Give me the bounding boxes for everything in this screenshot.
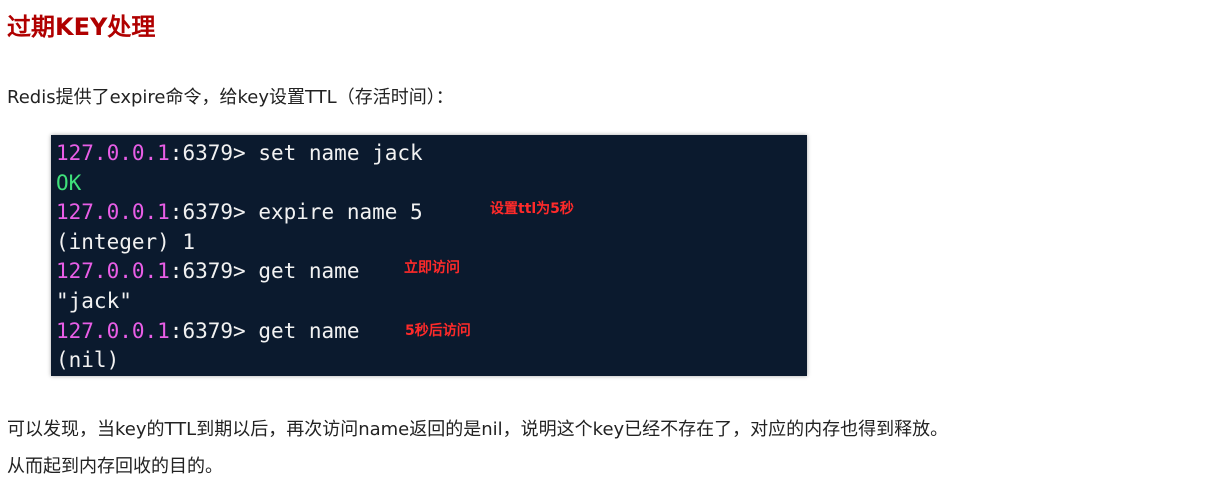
terminal-output-line: OK [56,170,82,195]
prompt-host: 127.0.0.1 [56,259,170,284]
prompt-port: :6379> [169,259,259,284]
annotation-note: 立即访问 [404,260,460,277]
conclusion-paragraph-continued: 从而起到内存回收的目的。 [7,456,223,477]
command-text: set name jack [258,141,423,165]
terminal-command-line: 127.0.0.1:6379> expire name 5 设置ttl为5秒 [56,198,807,228]
command-text: get name [258,318,360,343]
prompt-host: 127.0.0.1 [56,141,170,165]
terminal-command-line: 127.0.0.1:6379> get name 5秒后访问 [56,317,807,347]
prompt-port: :6379> [169,318,259,343]
prompt-host: 127.0.0.1 [56,200,170,225]
conclusion-paragraph: 可以发现，当key的TTL到期以后，再次访问name返回的是nil，说明这个ke… [7,419,949,440]
intro-paragraph: Redis提供了expire命令，给key设置TTL（存活时间）： [7,87,454,108]
terminal-command-line: 127.0.0.1:6379> get name 立即访问 [56,257,807,287]
prompt-port: :6379> [169,141,259,165]
annotation-note: 5秒后访问 [405,322,471,339]
terminal-output-line: (nil) [56,348,120,373]
terminal-output-line: (integer) 1 [56,229,196,254]
terminal-command-line: 127.0.0.1:6379> set name jack [56,139,807,169]
prompt-host: 127.0.0.1 [56,318,170,343]
annotation-note: 设置ttl为5秒 [490,201,574,218]
section-heading: 过期KEY处理 [7,13,156,41]
terminal-output-line: "jack" [56,288,132,313]
command-text: get name [258,259,360,284]
command-text: expire name 5 [258,200,423,225]
document-page: 过期KEY处理 Redis提供了expire命令，给key设置TTL（存活时间）… [0,0,1208,489]
prompt-port: :6379> [169,200,259,225]
terminal-code-block: 127.0.0.1:6379> set name jack OK 127.0.0… [51,135,807,376]
